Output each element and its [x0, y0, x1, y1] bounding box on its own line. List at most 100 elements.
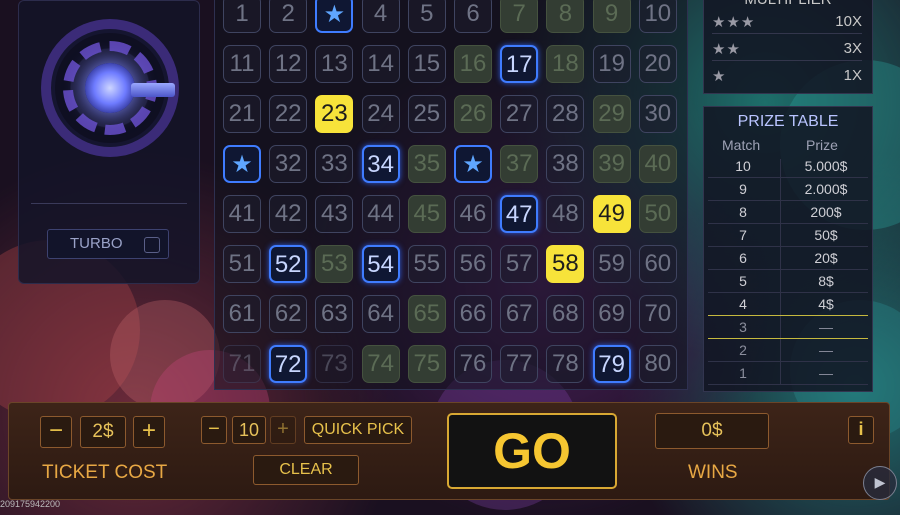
number-cell[interactable]: 68: [546, 295, 585, 333]
pick-count-plus-button[interactable]: +: [270, 416, 296, 444]
number-cell[interactable]: 78: [546, 345, 585, 383]
number-cell[interactable]: 29: [592, 95, 631, 133]
number-cell[interactable]: 1: [223, 0, 261, 33]
number-cell[interactable]: 72: [269, 345, 308, 383]
number-cell[interactable]: 54: [361, 245, 400, 283]
number-cell[interactable]: 71: [223, 345, 261, 383]
ticket-cost-plus-button[interactable]: +: [133, 416, 165, 448]
number-cell[interactable]: 51: [223, 245, 261, 283]
number-cell[interactable]: 39: [592, 145, 631, 183]
number-cell[interactable]: 6: [454, 0, 492, 33]
number-cell[interactable]: 22: [269, 95, 308, 133]
number-cell[interactable]: 56: [454, 245, 492, 283]
number-cell[interactable]: 57: [500, 245, 539, 283]
number-cell[interactable]: 2: [269, 0, 308, 33]
number-cell[interactable]: 74: [361, 345, 400, 383]
number-cell[interactable]: 5: [407, 0, 446, 33]
pick-count-minus-button[interactable]: −: [201, 416, 227, 444]
number-cell[interactable]: 11: [223, 45, 261, 83]
match-count: 4: [739, 296, 747, 312]
number-cell[interactable]: 23: [315, 95, 354, 133]
number-cell[interactable]: 66: [454, 295, 492, 333]
number-cell[interactable]: 52: [269, 245, 308, 283]
number-cell[interactable]: 65: [407, 295, 446, 333]
prize-amount: 8$: [818, 273, 834, 289]
number-cell[interactable]: 47: [500, 195, 539, 233]
number-cell[interactable]: 16: [454, 45, 492, 83]
ticket-id: 209175942200: [0, 499, 61, 509]
number-cell[interactable]: 18: [546, 45, 585, 83]
prize-amount: 4$: [818, 296, 834, 312]
number-cell[interactable]: 13: [315, 45, 354, 83]
quick-pick-button[interactable]: QUICK PICK: [304, 416, 412, 444]
number-cell[interactable]: 48: [546, 195, 585, 233]
number-cell[interactable]: 69: [592, 295, 631, 333]
number-cell[interactable]: 44: [361, 195, 400, 233]
number-cell[interactable]: 21: [223, 95, 261, 133]
number-cell[interactable]: 37: [500, 145, 539, 183]
number-cell[interactable]: 45: [407, 195, 446, 233]
prize-table-title: PRIZE TABLE: [737, 113, 839, 130]
replay-icon[interactable]: ▶: [863, 466, 897, 500]
number-cell[interactable]: 61: [223, 295, 261, 333]
star-icon[interactable]: ★: [315, 0, 354, 33]
number-cell[interactable]: 27: [500, 95, 539, 133]
number-cell[interactable]: 38: [546, 145, 585, 183]
number-cell[interactable]: 59: [592, 245, 631, 283]
number-cell[interactable]: 63: [315, 295, 354, 333]
number-cell[interactable]: 40: [638, 145, 677, 183]
number-cell[interactable]: 42: [269, 195, 308, 233]
number-cell[interactable]: 80: [638, 345, 677, 383]
number-cell[interactable]: 12: [269, 45, 308, 83]
number-cell[interactable]: 70: [638, 295, 677, 333]
number-cell[interactable]: 64: [361, 295, 400, 333]
number-cell[interactable]: 17: [500, 45, 539, 83]
number-cell[interactable]: 79: [592, 345, 631, 383]
number-cell[interactable]: 32: [269, 145, 308, 183]
ticket-cost-minus-button[interactable]: −: [40, 416, 72, 448]
number-cell[interactable]: 60: [638, 245, 677, 283]
number-cell[interactable]: 62: [269, 295, 308, 333]
number-cell[interactable]: 67: [500, 295, 539, 333]
number-cell[interactable]: 53: [315, 245, 354, 283]
number-cell[interactable]: 73: [315, 345, 354, 383]
number-cell[interactable]: 15: [407, 45, 446, 83]
number-cell[interactable]: 46: [454, 195, 492, 233]
column-header-prize: Prize: [806, 137, 838, 153]
number-cell[interactable]: 24: [361, 95, 400, 133]
number-cell[interactable]: 34: [361, 145, 400, 183]
number-cell[interactable]: 55: [407, 245, 446, 283]
number-cell[interactable]: 9: [592, 0, 631, 33]
number-cell[interactable]: 19: [592, 45, 631, 83]
star-icon[interactable]: ★: [223, 145, 261, 183]
star-icon[interactable]: ★: [454, 145, 492, 183]
number-cell[interactable]: 58: [546, 245, 585, 283]
number-cell[interactable]: 20: [638, 45, 677, 83]
prize-row: 1—: [708, 361, 868, 385]
clear-button[interactable]: CLEAR: [253, 455, 359, 485]
number-cell[interactable]: 4: [361, 0, 400, 33]
number-cell[interactable]: 35: [407, 145, 446, 183]
number-cell[interactable]: 7: [500, 0, 539, 33]
number-cell[interactable]: 33: [315, 145, 354, 183]
prize-row: 5 8$: [708, 269, 868, 293]
info-button[interactable]: i: [848, 416, 874, 444]
number-cell[interactable]: 77: [500, 345, 539, 383]
number-cell[interactable]: 76: [454, 345, 492, 383]
number-cell[interactable]: 10: [638, 0, 677, 33]
number-cell[interactable]: 26: [454, 95, 492, 133]
turbo-toggle[interactable]: TURBO: [47, 229, 169, 259]
number-cell[interactable]: 41: [223, 195, 261, 233]
number-cell[interactable]: 14: [361, 45, 400, 83]
multiplier-value: 3X: [843, 40, 862, 57]
number-cell[interactable]: 30: [638, 95, 677, 133]
go-button[interactable]: GO: [447, 413, 617, 489]
turbo-checkbox[interactable]: [144, 237, 160, 253]
number-cell[interactable]: 8: [546, 0, 585, 33]
number-cell[interactable]: 25: [407, 95, 446, 133]
number-cell[interactable]: 75: [407, 345, 446, 383]
number-cell[interactable]: 43: [315, 195, 354, 233]
number-cell[interactable]: 49: [592, 195, 631, 233]
number-cell[interactable]: 28: [546, 95, 585, 133]
number-cell[interactable]: 50: [638, 195, 677, 233]
